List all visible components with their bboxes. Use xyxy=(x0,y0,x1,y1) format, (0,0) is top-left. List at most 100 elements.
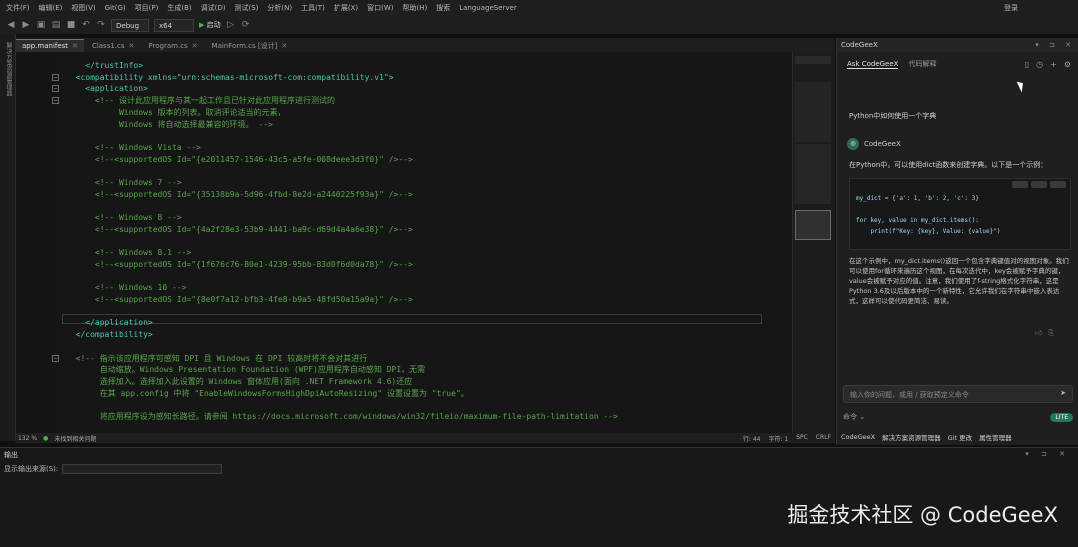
tab-ask-codegeex[interactable]: Ask CodeGeeX xyxy=(847,60,899,69)
close-tab-icon[interactable]: ✕ xyxy=(281,42,287,50)
code-line: <!-- Windows 7 --> xyxy=(66,178,182,187)
fold-toggle-icon[interactable]: − xyxy=(52,73,59,81)
panel-bottom-tabs: CodeGeeX 解决方案资源管理器 Git 更改 属性管理器 xyxy=(837,431,1078,443)
editor-tab[interactable]: Program.cs ✕ xyxy=(142,39,203,52)
code-line: <!-- Windows Vista --> xyxy=(66,142,201,152)
menu-item[interactable]: 项目(P) xyxy=(135,3,159,13)
bookmark-icon[interactable]: ▯ xyxy=(1025,60,1029,69)
menu-item[interactable]: Git(G) xyxy=(105,4,126,12)
menu-item[interactable]: 登录 xyxy=(1004,3,1018,13)
minimap-block xyxy=(795,82,831,142)
menu-item[interactable]: 编辑(E) xyxy=(39,3,63,13)
menu-item[interactable]: 搜索 xyxy=(436,3,450,13)
line-ending-indicator[interactable]: CRLF xyxy=(816,434,831,443)
run-options-icon[interactable]: ▷ xyxy=(226,20,236,30)
menu-item[interactable]: 工具(T) xyxy=(301,3,325,13)
settings-icon[interactable]: ⚙ xyxy=(1064,60,1071,69)
code-line: Windows 版本的列表。取消评论适当的元素， xyxy=(66,107,286,117)
config-select[interactable]: Debug xyxy=(111,18,149,32)
minimap-block xyxy=(795,56,831,64)
hot-reload-icon[interactable]: ⟳ xyxy=(241,20,251,30)
output-window-controls[interactable]: ▾ ⊐ ✕ xyxy=(1025,450,1070,458)
toolbar: ◀ ▶ ▣ ▤ ■ ↶ ↷ Debug x64 ▶ 启动 ▷ ⟳ xyxy=(0,16,1078,34)
menu-item[interactable]: 生成(B) xyxy=(167,3,191,13)
code-line: Windows 将自动选择最兼容的环境。 --> xyxy=(66,119,273,129)
code-line: <compatibility xmlns="urn:schemas-micros… xyxy=(66,72,394,82)
plus-icon[interactable]: + xyxy=(1050,60,1057,69)
code-line: 选择加入。选择加入此设置的 Windows 窗体应用(面向 .NET Frame… xyxy=(66,376,413,386)
editor-tab[interactable]: Class1.cs ✕ xyxy=(86,39,140,52)
new-item-icon[interactable]: ▣ xyxy=(36,20,46,30)
command-menu[interactable]: 命令 ⌄ xyxy=(843,412,865,422)
back-icon[interactable]: ◀ xyxy=(6,20,16,30)
menu-item[interactable]: 文件(F) xyxy=(6,3,30,13)
menu-item[interactable]: 分析(N) xyxy=(267,3,292,13)
menu-item[interactable]: 调试(D) xyxy=(201,3,226,13)
code-line: <!--<supportedOS Id="{1f676c76-80e1-4239… xyxy=(66,259,413,269)
lite-badge[interactable]: LITE xyxy=(1050,412,1073,422)
run-button[interactable]: ▶ 启动 xyxy=(199,20,221,30)
menu-item[interactable]: 帮助(H) xyxy=(402,3,427,13)
code-line: </trustInfo> xyxy=(66,61,144,70)
redo-icon[interactable]: ↷ xyxy=(96,20,106,30)
fold-toggle-icon[interactable]: − xyxy=(52,85,59,93)
minimap-viewport[interactable] xyxy=(795,210,831,240)
user-question: Python中如何使用一个字典 xyxy=(849,112,937,120)
close-tab-icon[interactable]: ✕ xyxy=(129,42,135,50)
char-indicator: 字符: 1 xyxy=(768,435,789,443)
open-icon[interactable]: ▤ xyxy=(51,20,61,30)
editor-tab[interactable]: app.manifest ✕ xyxy=(16,39,84,52)
insert-code-button[interactable] xyxy=(1012,181,1028,188)
code-line: <!-- Windows 8.1 --> xyxy=(66,248,192,258)
forward-icon[interactable]: ▶ xyxy=(21,20,31,30)
panel-bottom-tab[interactable]: CodeGeeX xyxy=(841,433,875,441)
answer-body: 在这个示例中，my_dict.items()返回一个包含字典键值对的视图对象。我… xyxy=(849,257,1069,305)
panel-bottom-tab[interactable]: 属性管理器 xyxy=(979,432,1012,442)
issues-status[interactable]: 未找到相关问题 xyxy=(54,434,96,443)
solution-explorer-tab[interactable]: 解决方案资源管理器 xyxy=(4,42,13,96)
menu-bar: 文件(F) 编辑(E) 视图(V) Git(G) 项目(P) 生成(B) 调试(D) 测试(S… xyxy=(0,0,1078,16)
history-icon[interactable]: ◷ xyxy=(1036,60,1043,69)
code-line: </application> xyxy=(66,318,153,328)
platform-select[interactable]: x64 xyxy=(154,18,194,32)
undo-icon[interactable]: ↶ xyxy=(81,20,91,30)
send-icon[interactable]: ➤ xyxy=(1060,389,1066,397)
editor-tab-label: Program.cs xyxy=(148,41,188,50)
run-label: 启动 xyxy=(206,21,221,29)
menu-item[interactable]: 测试(S) xyxy=(234,3,258,13)
output-source-label: 显示输出来源(S): xyxy=(4,465,59,473)
panel-tabs: Ask CodeGeeX 代码解释 ▯ ◷ + ⚙ xyxy=(837,56,1078,72)
zoom-level[interactable]: 132 % xyxy=(18,435,37,442)
whitespace-indicator[interactable]: SPC xyxy=(796,434,808,443)
code-line: <!-- Windows 8 --> xyxy=(66,213,182,223)
close-tab-icon[interactable]: ✕ xyxy=(72,42,78,50)
copy-icon[interactable]: ⎘ xyxy=(1048,329,1060,337)
left-tool-strip: 解决方案资源管理器 xyxy=(0,34,16,441)
editor-minimap[interactable] xyxy=(792,52,835,433)
copy-code-button[interactable] xyxy=(1031,181,1047,188)
panel-bottom-tab[interactable]: 解决方案资源管理器 xyxy=(882,432,941,442)
chat-input[interactable]: 输入你的问题，或用 / 获取预定义命令 ➤ xyxy=(843,385,1073,403)
fold-toggle-icon[interactable]: − xyxy=(52,354,59,362)
menu-item[interactable]: 视图(V) xyxy=(71,3,95,13)
editor-tabs: app.manifest ✕ Class1.cs ✕ Program.cs ✕ MainFo… xyxy=(16,38,835,52)
thumbs-up-icon[interactable]: 👍︎ xyxy=(1035,329,1048,337)
menu-item[interactable]: 窗口(W) xyxy=(367,3,393,13)
tab-code-explain[interactable]: 代码解释 xyxy=(908,59,936,69)
new-file-button[interactable] xyxy=(1050,181,1066,188)
panel-window-controls[interactable]: ▾ ⊐ ✕ xyxy=(1035,41,1075,49)
close-tab-icon[interactable]: ✕ xyxy=(192,42,198,50)
output-source-select[interactable] xyxy=(62,464,223,474)
output-source-row: 显示输出来源(S): xyxy=(4,464,223,474)
save-icon[interactable]: ■ xyxy=(66,20,76,30)
menu-item[interactable]: 扩展(X) xyxy=(334,3,358,13)
output-pane: 输出 ▾ ⊐ ✕ 显示输出来源(S): xyxy=(0,447,1078,547)
fold-toggle-icon[interactable]: − xyxy=(52,97,59,105)
code-editor[interactable]: </trustInfo> <compatibility xmlns="urn:s… xyxy=(16,52,792,433)
menu-item[interactable]: LanguageServer xyxy=(459,4,517,12)
editor-tab[interactable]: MainForm.cs [设计] ✕ xyxy=(206,39,294,52)
panel-bottom-tab[interactable]: Git 更改 xyxy=(948,432,972,442)
code-line: <!--<supportedOS Id="{35138b9a-5d96-4fbd… xyxy=(66,189,413,199)
code-block-actions xyxy=(1012,181,1066,188)
current-line-highlight xyxy=(62,314,762,324)
